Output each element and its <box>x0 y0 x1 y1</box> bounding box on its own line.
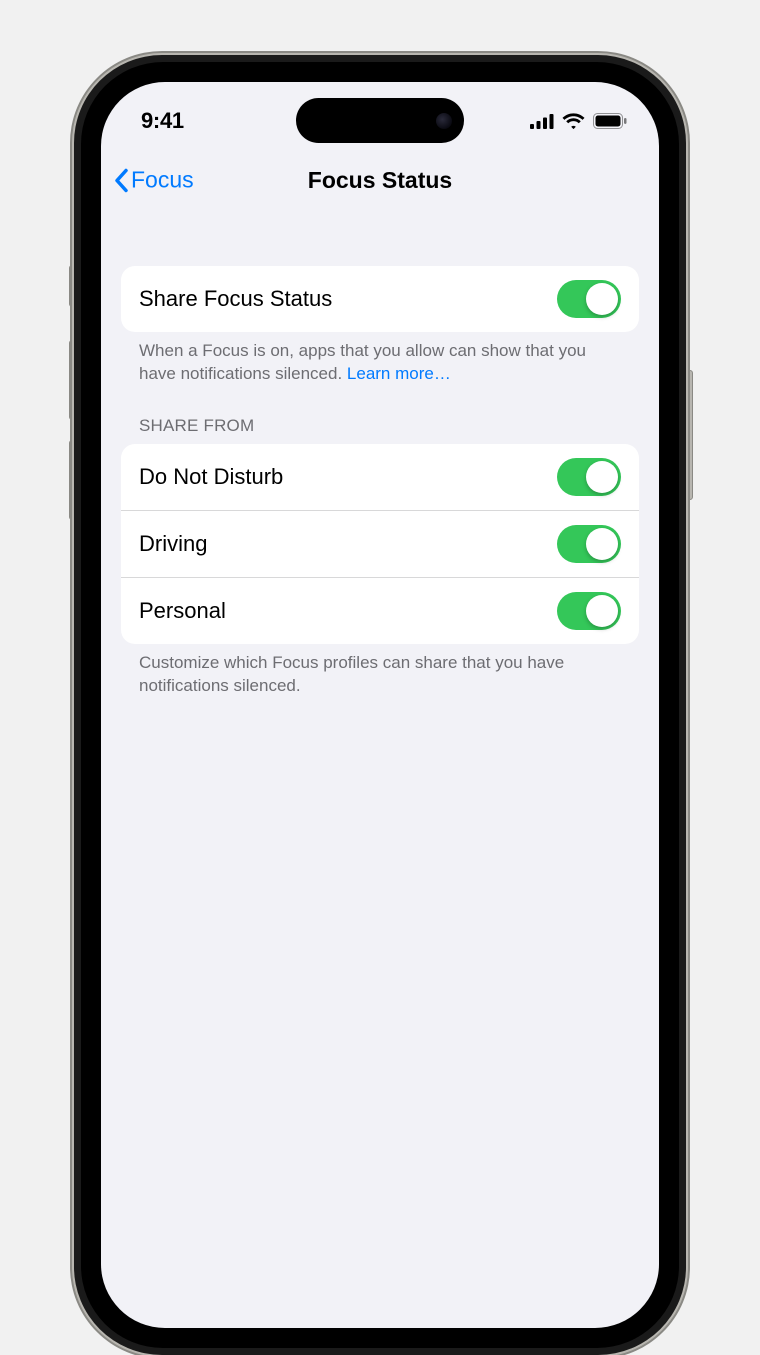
personal-label: Personal <box>139 598 226 624</box>
driving-label: Driving <box>139 531 207 557</box>
phone-power-button <box>686 370 693 500</box>
back-button[interactable]: Focus <box>113 167 194 194</box>
page-title: Focus Status <box>308 167 452 194</box>
status-bar: 9:41 <box>101 100 659 142</box>
back-label: Focus <box>131 167 194 194</box>
learn-more-link[interactable]: Learn more… <box>347 364 451 383</box>
share-status-footer: When a Focus is on, apps that you allow … <box>121 332 639 386</box>
driving-row: Driving <box>121 510 639 577</box>
driving-toggle[interactable] <box>557 525 621 563</box>
share-status-section: Share Focus Status When a Focus is on, a… <box>121 266 639 386</box>
screen: 9:41 Foc <box>101 82 659 1328</box>
nav-bar: Focus Focus Status <box>101 156 659 204</box>
do-not-disturb-toggle[interactable] <box>557 458 621 496</box>
personal-toggle[interactable] <box>557 592 621 630</box>
chevron-left-icon <box>113 168 129 192</box>
phone-frame: 9:41 Foc <box>74 55 686 1355</box>
share-focus-status-row: Share Focus Status <box>121 266 639 332</box>
do-not-disturb-label: Do Not Disturb <box>139 464 283 490</box>
do-not-disturb-row: Do Not Disturb <box>121 444 639 510</box>
share-focus-status-toggle[interactable] <box>557 280 621 318</box>
battery-icon <box>593 113 627 129</box>
personal-row: Personal <box>121 577 639 644</box>
share-from-section: SHARE FROM Do Not Disturb Driving Person… <box>121 416 639 698</box>
wifi-icon <box>562 113 585 129</box>
status-time: 9:41 <box>141 108 184 134</box>
share-from-footer: Customize which Focus profiles can share… <box>121 644 639 698</box>
cellular-icon <box>530 114 554 129</box>
share-from-header: SHARE FROM <box>121 416 639 444</box>
share-focus-status-label: Share Focus Status <box>139 286 332 312</box>
